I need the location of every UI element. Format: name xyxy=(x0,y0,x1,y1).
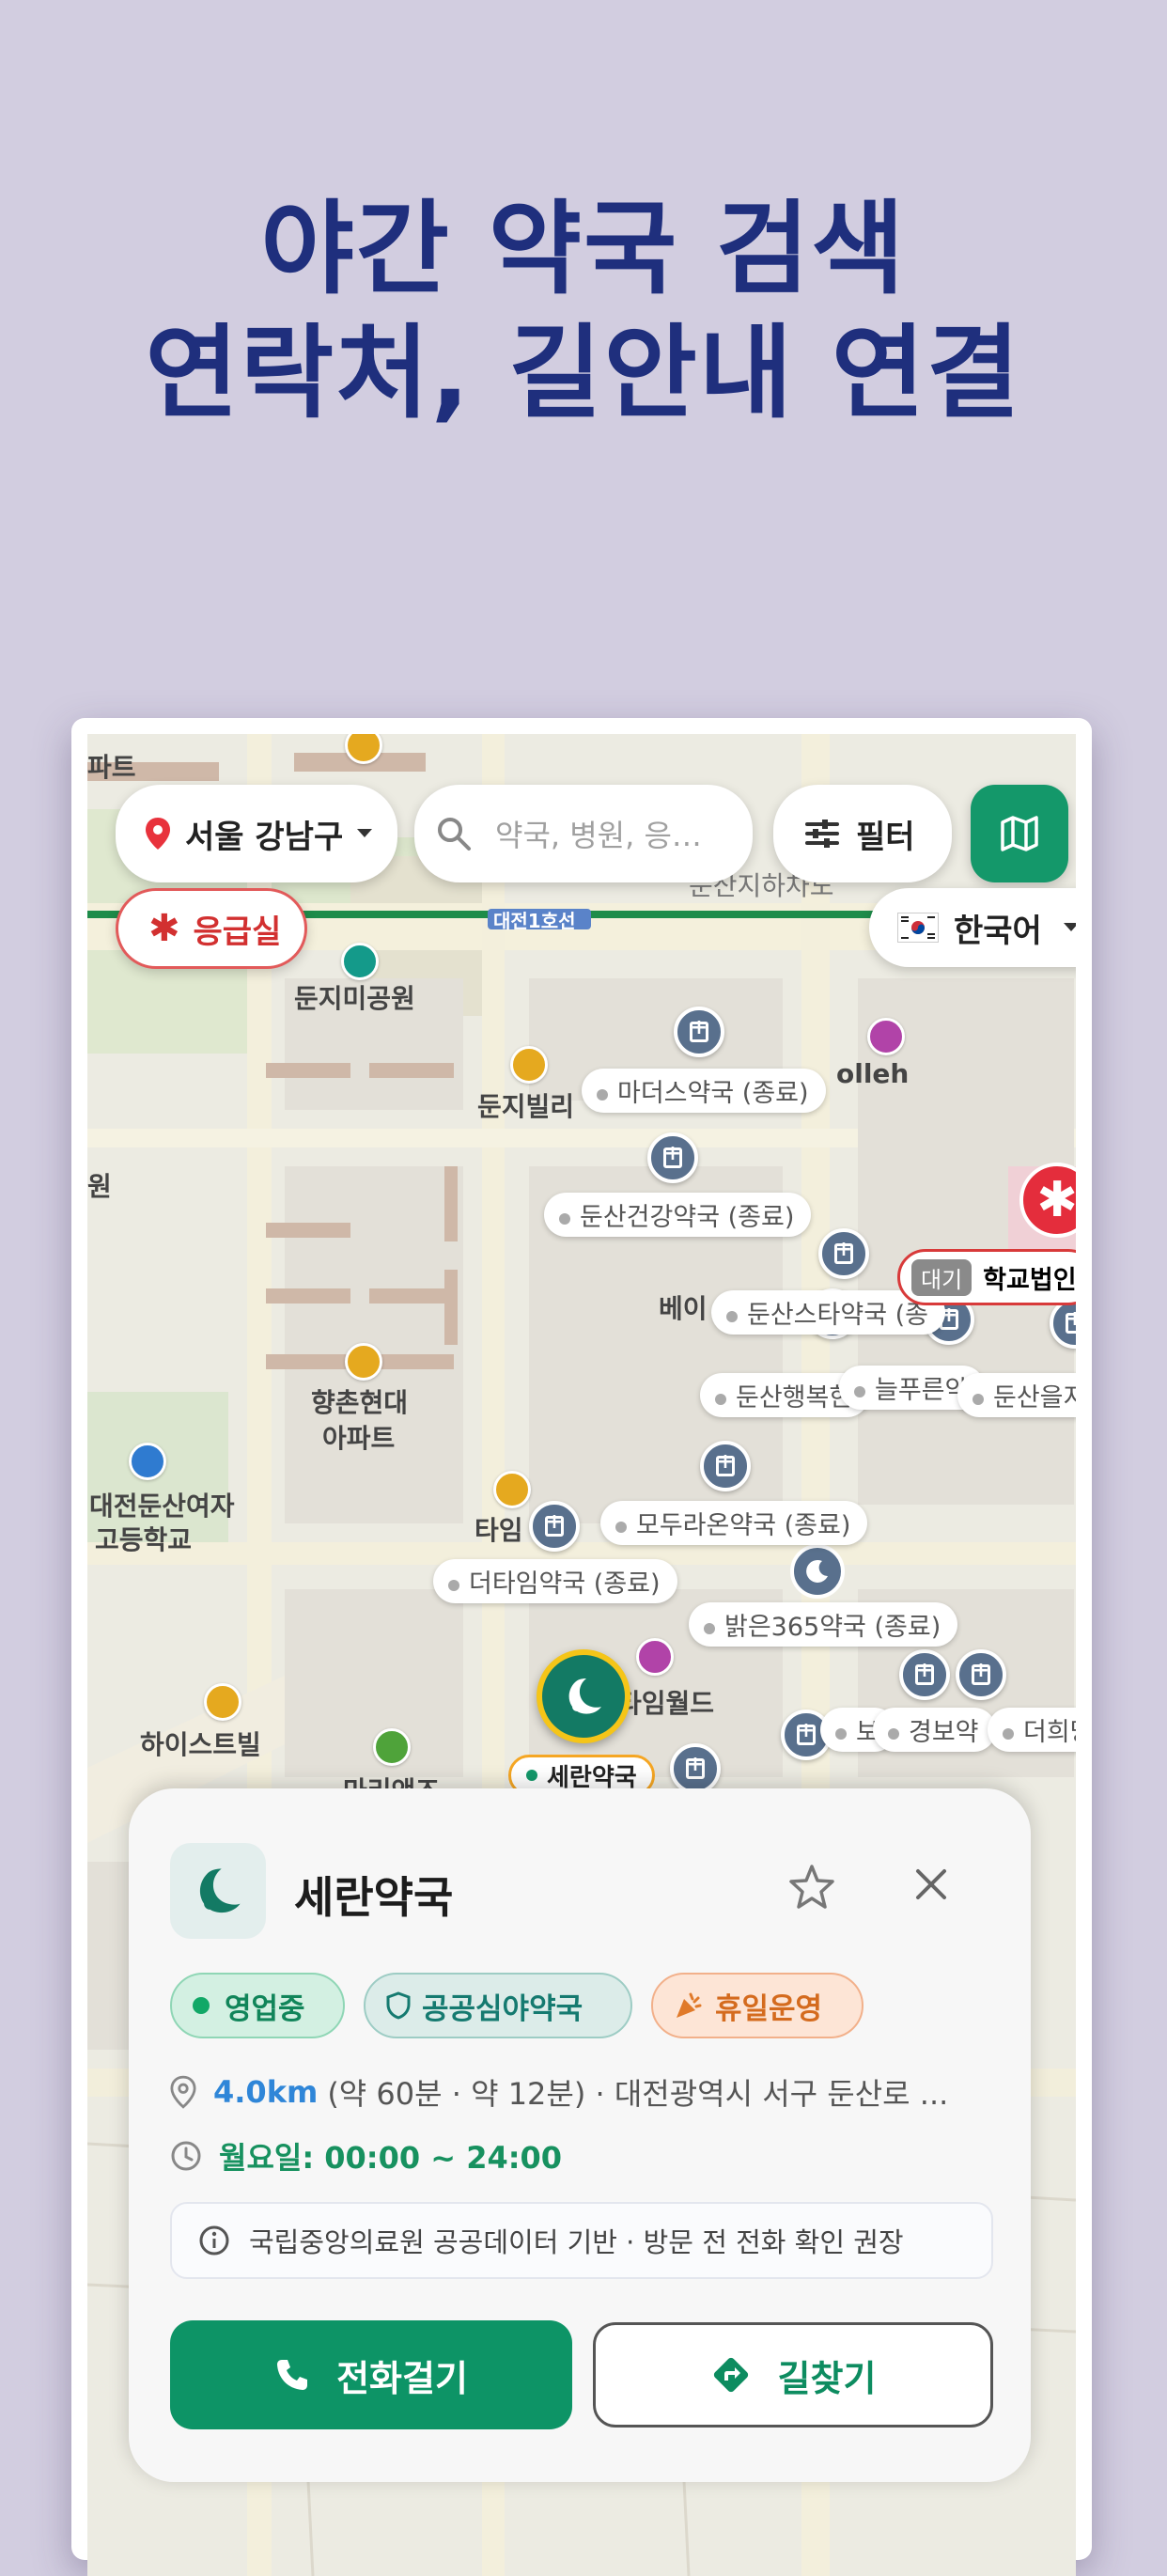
hospital-name: 학교법인 xyxy=(983,1265,1076,1295)
selected-pharmacy-marker[interactable] xyxy=(537,1649,630,1743)
map-label-bei: 베이 xyxy=(659,1293,708,1324)
poi-shop-icon[interactable] xyxy=(867,1018,905,1055)
pharmacy-label[interactable]: 둔산건강약국 (종료) xyxy=(544,1193,812,1237)
poi-animal-icon xyxy=(373,1728,411,1766)
poi-building-icon xyxy=(493,1471,531,1508)
filter-icon xyxy=(805,819,839,849)
star-icon xyxy=(789,1865,834,1909)
headline-line-1: 야간 약국 검색 xyxy=(260,191,907,308)
poi-building-icon xyxy=(345,1343,382,1381)
search-icon xyxy=(435,815,473,852)
open-dot-icon xyxy=(193,1997,210,2014)
pharmacy-marker-icon[interactable] xyxy=(529,1501,580,1552)
pharmacy-logo xyxy=(170,1843,266,1939)
poi-school-icon xyxy=(129,1443,166,1480)
distance-value: 4.0km xyxy=(213,2074,319,2110)
directions-button[interactable]: 길찾기 xyxy=(593,2322,993,2428)
pharmacy-detail-sheet: 세란약국 영업중 공공심야약국 휴일운영 4.0km (약 60분 · 약 12… xyxy=(129,1788,1031,2482)
map-label-school-1: 대전둔산여자 xyxy=(89,1491,235,1522)
directions-icon xyxy=(710,2354,752,2396)
poi-building-icon xyxy=(204,1683,241,1721)
location-label: 서울 강남구 xyxy=(185,818,344,856)
shield-icon xyxy=(386,1991,411,2020)
poi-shop-icon[interactable] xyxy=(636,1638,674,1676)
map-label-olleh: olleh xyxy=(836,1058,910,1089)
headline-line-2: 연락처, 길안내 연결 xyxy=(145,315,1022,432)
poi-building-icon xyxy=(510,1046,548,1084)
party-icon xyxy=(674,1991,704,2021)
hospital-label[interactable]: 대기 학교법인 xyxy=(897,1249,1076,1305)
subway-line-label: 대전1호선 xyxy=(493,910,576,932)
pharmacy-label[interactable]: 둔산을지 xyxy=(957,1373,1076,1417)
chevron-down-icon xyxy=(356,828,373,839)
map-label-villa: 둔지빌리 xyxy=(477,1091,575,1122)
pharmacy-label[interactable]: 밝은365약국 (종료) xyxy=(689,1602,958,1647)
map-label-edge-2: 원 xyxy=(87,1171,112,1202)
phone-frame: 대전1호선 둔산지하차도 둔지미공원 둔지빌리 olleh 향촌현대 아파트 대… xyxy=(71,718,1092,2576)
location-pin-icon xyxy=(170,2075,196,2109)
status-badge-holiday: 휴일운영 xyxy=(651,1973,864,2038)
info-icon xyxy=(198,2225,230,2256)
close-button[interactable] xyxy=(910,1864,952,1909)
close-icon xyxy=(916,1869,946,1899)
hours-row: 월요일: 00:00 ~ 24:00 xyxy=(170,2134,562,2178)
map-label-apt-1: 향촌현대 xyxy=(311,1387,409,1418)
phone-icon xyxy=(274,2357,310,2393)
search-placeholder: 약국, 병원, 응… xyxy=(495,818,702,853)
status-badge-open: 영업중 xyxy=(170,1973,345,2038)
pharmacy-marker-icon[interactable] xyxy=(899,1649,950,1700)
map-label-park: 둔지미공원 xyxy=(294,983,415,1014)
language-selector[interactable]: 한국어 xyxy=(869,888,1076,967)
emergency-label: 응급실 xyxy=(193,913,282,951)
map-toggle-button[interactable] xyxy=(971,785,1068,882)
location-selector[interactable]: 서울 강남구 xyxy=(116,785,397,882)
asterisk-icon: ✱ xyxy=(148,907,180,950)
search-input[interactable]: 약국, 병원, 응… xyxy=(414,785,753,882)
map-label-apt-2: 아파트 xyxy=(322,1423,396,1454)
filter-label: 필터 xyxy=(856,818,915,856)
pharmacy-marker-icon[interactable] xyxy=(956,1649,1006,1700)
language-label: 한국어 xyxy=(954,912,1042,950)
map-label-edge-1: 파트 xyxy=(87,752,136,783)
pharmacy-marker-icon[interactable] xyxy=(647,1132,698,1183)
open-status-dot xyxy=(526,1770,537,1781)
map-label-world: 타임월드 xyxy=(617,1688,715,1719)
pharmacy-label[interactable]: 더타임약국 (종료) xyxy=(433,1559,677,1603)
pharmacy-label[interactable]: 더희망 xyxy=(988,1708,1076,1752)
status-badge-night: 공공심야약국 xyxy=(364,1973,632,2038)
call-button[interactable]: 전화걸기 xyxy=(170,2320,572,2429)
pharmacy-label[interactable]: 마더스약국 (종료) xyxy=(582,1069,826,1113)
distance-address-row: 4.0km (약 60분 · 약 12분) · 대전광역시 서구 둔산로 ... xyxy=(170,2070,948,2114)
map-label-school-2: 고등학교 xyxy=(95,1524,193,1555)
pharmacy-marker-icon[interactable] xyxy=(674,1007,724,1057)
moon-icon[interactable] xyxy=(790,1544,845,1599)
korea-flag-icon xyxy=(897,913,939,943)
opening-hours: 월요일: 00:00 ~ 24:00 xyxy=(219,2140,563,2176)
clock-icon xyxy=(170,2140,202,2172)
filter-button[interactable]: 필터 xyxy=(773,785,952,882)
data-source-notice: 국립중앙의료원 공공데이터 기반 · 방문 전 전화 확인 권장 xyxy=(170,2202,993,2279)
pharmacy-label[interactable]: 경보약 xyxy=(873,1708,996,1752)
location-pin-icon xyxy=(144,816,172,851)
pharmacy-label[interactable]: 모두라온약국 (종료) xyxy=(600,1501,868,1545)
chevron-down-icon xyxy=(1063,922,1076,933)
pharmacy-marker-icon[interactable] xyxy=(818,1228,869,1279)
moon-icon xyxy=(568,1678,601,1714)
poi-park-icon xyxy=(341,943,379,980)
map-icon xyxy=(999,813,1040,854)
promo-headline: 야간 약국 검색 연락처, 길안내 연결 xyxy=(0,188,1167,436)
map-label-taim: 타임 xyxy=(475,1515,523,1546)
emergency-room-button[interactable]: ✱ 응급실 xyxy=(116,888,307,969)
distance-detail: (약 60분 · 약 12분) · 대전광역시 서구 둔산로 ... xyxy=(327,2076,949,2112)
map-view[interactable]: 대전1호선 둔산지하차도 둔지미공원 둔지빌리 olleh 향촌현대 아파트 대… xyxy=(87,734,1076,2576)
moon-icon xyxy=(199,1868,241,1913)
map-label-hiestville: 하이스트빌 xyxy=(140,1729,261,1760)
pharmacy-marker-icon[interactable] xyxy=(670,1743,721,1794)
hospital-status-badge: 대기 xyxy=(911,1258,972,1296)
favorite-button[interactable] xyxy=(786,1862,837,1916)
pharmacy-name: 세란약국 xyxy=(294,1872,454,1923)
pharmacy-marker-icon[interactable] xyxy=(700,1441,751,1491)
